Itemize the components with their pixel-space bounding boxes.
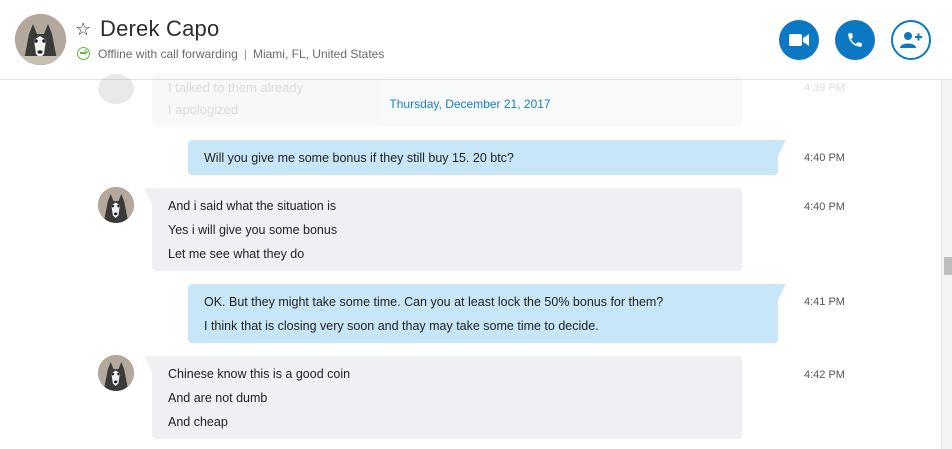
contact-avatar[interactable]	[15, 14, 66, 65]
add-person-icon	[900, 32, 922, 48]
message-line: And are not dumb	[168, 391, 268, 405]
phone-icon	[848, 33, 862, 47]
sender-avatar[interactable]	[98, 355, 134, 391]
contact-status: Offline with call forwarding	[98, 47, 238, 61]
date-separator: Thursday, December 21, 2017	[0, 97, 940, 111]
conversation-header: ☆ Derek Capo Offline with call forwardin…	[0, 0, 952, 80]
message-line: Chinese know this is a good coin	[168, 367, 351, 381]
call-forward-icon	[77, 47, 90, 60]
sender-avatar[interactable]	[98, 187, 134, 223]
conversation-scrollbar[interactable]	[941, 80, 952, 449]
message-time: 4:41 PM	[804, 296, 845, 308]
add-participant-button[interactable]	[891, 20, 931, 60]
message-line: Will you give me some bonus if they stil…	[204, 151, 514, 165]
outgoing-message-bubble[interactable]: Will you give me some bonus if they stil…	[188, 140, 786, 175]
outgoing-message-bubble[interactable]: OK. But they might take some time. Can y…	[188, 284, 786, 343]
message-time: 4:40 PM	[804, 201, 845, 213]
scrollbar-thumb[interactable]	[944, 257, 952, 275]
message-line: And i said what the situation is	[168, 199, 337, 213]
video-call-button[interactable]	[779, 20, 819, 60]
star-outline-icon[interactable]: ☆	[75, 20, 91, 38]
contact-status-row: Offline with call forwarding | Miami, FL, …	[77, 45, 384, 61]
incoming-message-bubble[interactable]: And i said what the situation is Yes i w…	[144, 188, 742, 271]
incoming-message-bubble[interactable]: Chinese know this is a good coin And are…	[144, 356, 742, 439]
message-line: Yes i will give you some bonus	[168, 223, 338, 237]
message-time: 4:40 PM	[804, 152, 845, 164]
faded-line: I talked to them already	[168, 80, 304, 95]
contact-name: Derek Capo	[100, 16, 220, 41]
video-call-icon	[789, 34, 809, 46]
message-line: I think that is closing very soon and th…	[204, 319, 599, 333]
message-line: Let me see what they do	[168, 247, 305, 261]
contact-location: Miami, FL, United States	[252, 47, 385, 61]
message-line: OK. But they might take some time. Can y…	[204, 295, 664, 309]
status-separator: |	[243, 47, 247, 61]
message-time: 4:42 PM	[804, 369, 845, 381]
faded-time: 4:39 PM	[804, 82, 845, 94]
date-separator-label: Thursday, December 21, 2017	[389, 97, 551, 111]
audio-call-button[interactable]	[835, 20, 875, 60]
message-line: And cheap	[168, 415, 228, 429]
